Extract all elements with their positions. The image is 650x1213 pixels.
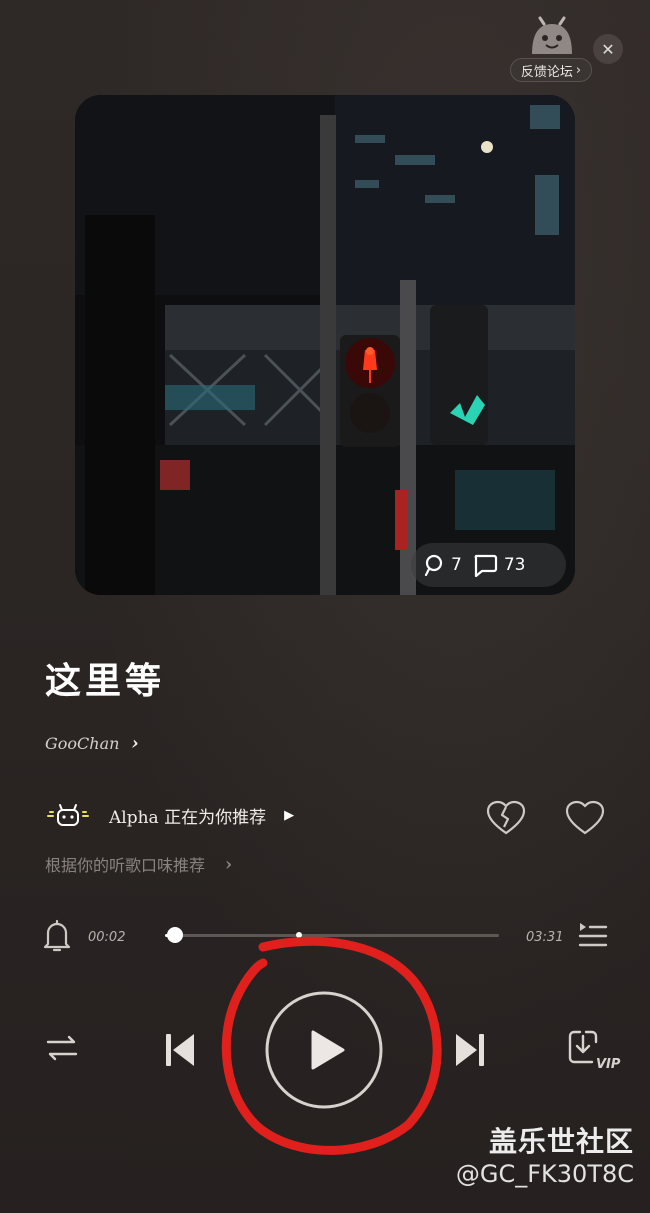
- watermark-site: 盖乐世社区: [488, 1125, 634, 1158]
- chevron-right-icon: ›: [225, 853, 233, 875]
- play-button[interactable]: [264, 990, 384, 1110]
- comment-bubble-icon: [474, 554, 497, 577]
- close-button[interactable]: ✕: [593, 34, 623, 64]
- watermark-user: @GC_FK30T8C: [455, 1160, 634, 1188]
- total-time: 03:31: [526, 930, 564, 945]
- bell-icon: [43, 919, 71, 952]
- album-stats-pill[interactable]: 7 73: [411, 543, 566, 587]
- svg-text:VIP: VIP: [596, 1057, 621, 1072]
- dislike-button[interactable]: [485, 798, 527, 838]
- song-title: 这里等: [45, 660, 166, 702]
- artist-name: GooChan: [45, 734, 120, 753]
- play-mode-button[interactable]: [44, 1030, 80, 1066]
- previous-track-button[interactable]: [160, 1030, 200, 1070]
- like-button[interactable]: [564, 798, 606, 838]
- play-icon: [265, 991, 383, 1109]
- repeat-arrows-icon: [46, 1035, 78, 1061]
- robot-assistant-icon[interactable]: [526, 12, 578, 58]
- highlight-marker: [295, 932, 302, 938]
- playlist-button[interactable]: [576, 918, 610, 952]
- night-street-scene: [75, 95, 575, 595]
- close-icon: ✕: [601, 39, 615, 59]
- vip-download-button[interactable]: VIP: [566, 1028, 622, 1074]
- heart-icon: [565, 800, 605, 835]
- feedback-forum-button[interactable]: 反馈论坛 ›: [510, 58, 592, 82]
- like-comment-icon: [424, 554, 443, 576]
- sleep-timer-button[interactable]: [40, 918, 74, 954]
- current-time: 00:02: [88, 930, 126, 945]
- recommend-reason-text: 根据你的听歌口味推荐: [45, 856, 206, 875]
- skip-next-icon: [456, 1034, 484, 1066]
- progress-slider[interactable]: [165, 927, 499, 943]
- likes-count: 7: [451, 555, 462, 575]
- comments-count: 73: [503, 555, 526, 575]
- feedback-forum-label: 反馈论坛: [520, 64, 573, 80]
- chevron-right-icon: ›: [575, 62, 582, 78]
- skip-previous-icon: [166, 1034, 194, 1066]
- progress-knob[interactable]: [167, 927, 184, 943]
- alpha-recommend-row[interactable]: Alpha 正在为你推荐 ▶: [45, 802, 294, 828]
- alpha-robot-icon: [47, 804, 89, 826]
- broken-heart-icon: [486, 800, 526, 835]
- album-cover-image[interactable]: [75, 95, 575, 595]
- alpha-recommend-text: Alpha 正在为你推荐: [109, 807, 267, 828]
- artist-link[interactable]: GooChan ›: [45, 733, 139, 754]
- playlist-icon: [578, 923, 608, 947]
- chevron-right-icon: ›: [131, 733, 139, 754]
- next-track-button[interactable]: [450, 1030, 490, 1070]
- download-vip-icon: VIP: [568, 1030, 621, 1072]
- recommend-reason[interactable]: 根据你的听歌口味推荐 ›: [45, 852, 232, 876]
- play-triangle-icon: ▶: [284, 807, 295, 823]
